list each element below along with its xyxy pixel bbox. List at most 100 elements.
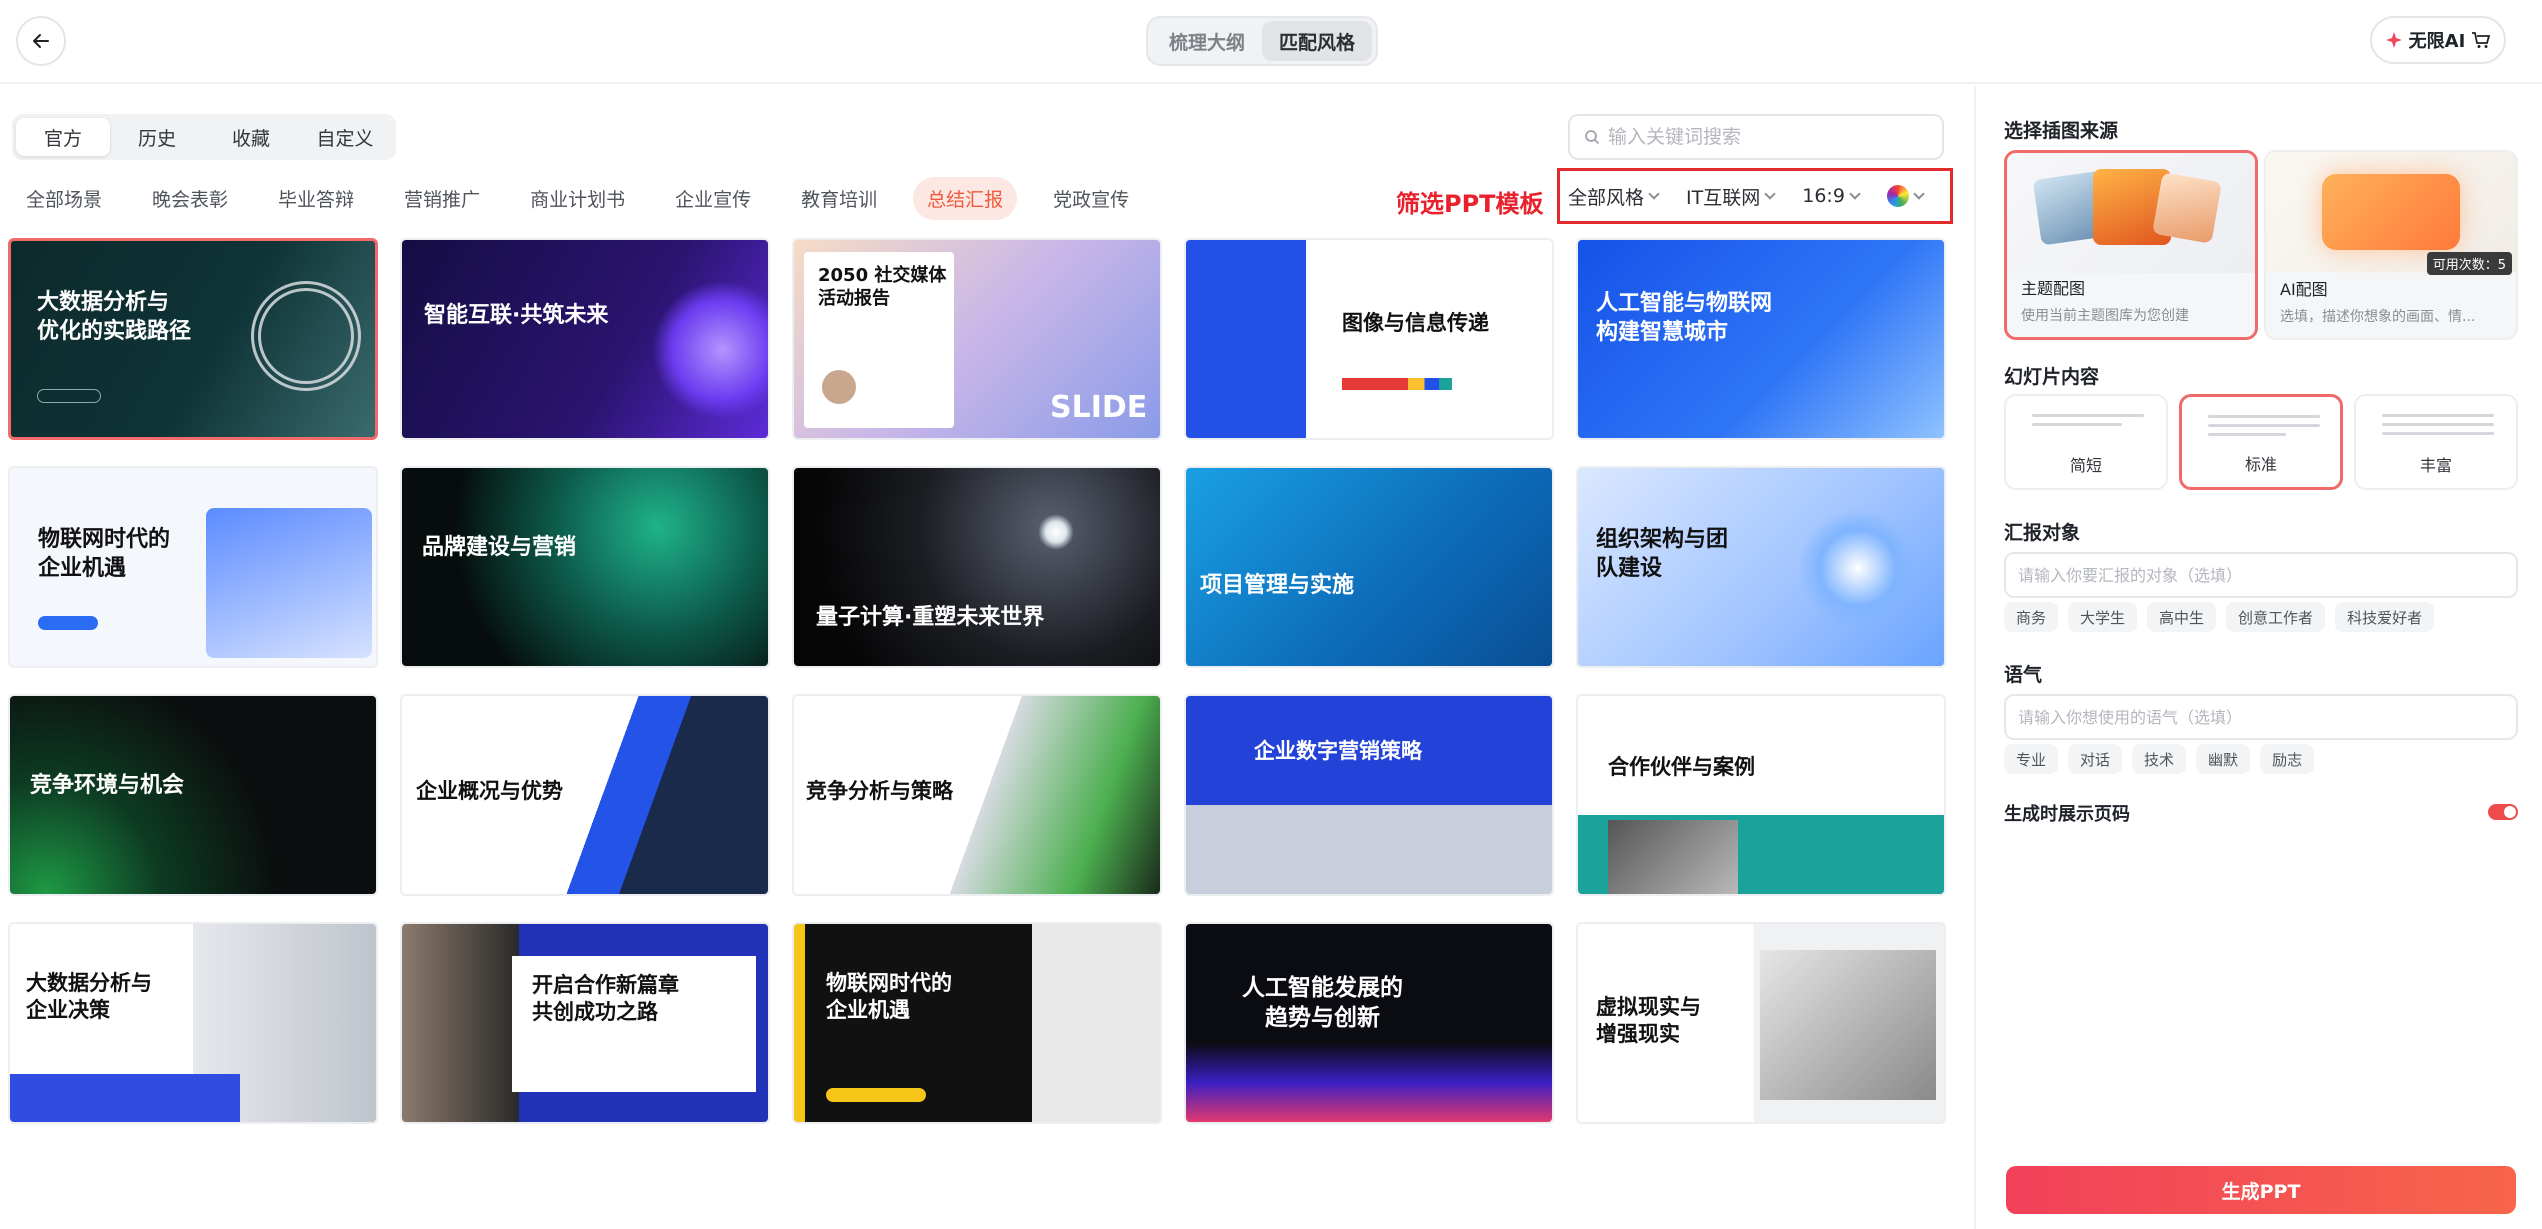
audience-field[interactable] bbox=[2004, 552, 2518, 598]
tone-chip[interactable]: 专业 bbox=[2004, 744, 2059, 774]
content-title: 幻灯片内容 bbox=[2004, 366, 2100, 388]
vip-label: 无限AI bbox=[2408, 31, 2466, 52]
tone-field[interactable] bbox=[2004, 694, 2518, 740]
ratio-dropdown[interactable]: 16:9 bbox=[1802, 185, 1861, 207]
audience-chip[interactable]: 科技爱好者 bbox=[2335, 602, 2435, 632]
template-card[interactable]: 2050 社交媒体 活动报告 SLIDE bbox=[792, 238, 1162, 440]
step-switcher: 梳理大纲 匹配风格 bbox=[1146, 16, 1378, 66]
template-card[interactable]: 竞争环境与机会 bbox=[8, 694, 378, 896]
style-dropdown[interactable]: 全部风格 bbox=[1568, 183, 1660, 210]
industry-dropdown[interactable]: IT互联网 bbox=[1686, 183, 1776, 210]
audience-title: 汇报对象 bbox=[2004, 522, 2081, 544]
tab-custom[interactable]: 自定义 bbox=[298, 118, 392, 156]
source-tabs: 官方 历史 收藏 自定义 bbox=[12, 114, 396, 160]
back-button[interactable] bbox=[16, 16, 66, 66]
tone-chip[interactable]: 励志 bbox=[2260, 744, 2315, 774]
template-area: 官方 历史 收藏 自定义 全部场景 晚会表彰 毕业答辩 营销推广 商业计划书 企… bbox=[0, 86, 1972, 1229]
content-option-short[interactable]: 简短 bbox=[2004, 394, 2168, 490]
page-number-toggle[interactable] bbox=[2488, 804, 2518, 820]
tone-title: 语气 bbox=[2004, 664, 2043, 686]
template-card[interactable]: 虚拟现实与 增强现实 bbox=[1576, 922, 1946, 1124]
category-summary[interactable]: 总结汇报 bbox=[913, 176, 1018, 220]
template-title: 合作伙伴与案例 bbox=[1608, 755, 1755, 779]
illustration-desc: 使用当前主题图库为您创建 bbox=[2021, 308, 2189, 324]
settings-panel: 选择插图来源 主题配图 使用当前主题图库为您创建 可用次数：5 AI配图 选填，… bbox=[1974, 86, 2542, 1229]
tab-favorites[interactable]: 收藏 bbox=[204, 118, 298, 156]
template-title: 2050 社交媒体 活动报告 bbox=[818, 265, 947, 310]
template-card[interactable]: 品牌建设与营销 bbox=[400, 466, 770, 668]
template-card[interactable]: 物联网时代的 企业机遇 bbox=[8, 466, 378, 668]
audience-chip[interactable]: 大学生 bbox=[2068, 602, 2138, 632]
template-title: 竞争环境与机会 bbox=[30, 773, 185, 798]
tone-chip[interactable]: 幽默 bbox=[2196, 744, 2251, 774]
template-card[interactable]: 开启合作新篇章 共创成功之路 bbox=[400, 922, 770, 1124]
category-corporate[interactable]: 企业宣传 bbox=[661, 177, 765, 220]
template-card[interactable]: 人工智能与物联网 构建智慧城市 bbox=[1576, 238, 1946, 440]
tone-chip[interactable]: 对话 bbox=[2068, 744, 2123, 774]
vip-button[interactable]: 无限AI bbox=[2370, 16, 2506, 64]
category-gala[interactable]: 晚会表彰 bbox=[138, 177, 242, 220]
template-card[interactable]: 组织架构与团 队建设 bbox=[1576, 466, 1946, 668]
audience-chip[interactable]: 高中生 bbox=[2147, 602, 2217, 632]
template-title: 大数据分析与 优化的实践路径 bbox=[37, 290, 192, 344]
template-card[interactable]: 大数据分析与 优化的实践路径 bbox=[8, 238, 378, 440]
style-value: 全部风格 bbox=[1568, 186, 1645, 209]
ui-mockup bbox=[206, 508, 372, 658]
illustration-title: 选择插图来源 bbox=[2004, 120, 2119, 142]
step-outline[interactable]: 梳理大纲 bbox=[1152, 21, 1262, 61]
template-card[interactable]: 大数据分析与 企业决策 bbox=[8, 922, 378, 1124]
cart-icon bbox=[2472, 32, 2491, 48]
search-input[interactable] bbox=[1608, 126, 1908, 148]
template-card[interactable]: 人工智能发展的 趋势与创新 bbox=[1184, 922, 1554, 1124]
category-all[interactable]: 全部场景 bbox=[12, 177, 116, 220]
tone-chip[interactable]: 技术 bbox=[2132, 744, 2187, 774]
template-title: 物联网时代的 企业机遇 bbox=[38, 527, 171, 581]
photo-card bbox=[2152, 172, 2222, 244]
tab-history[interactable]: 历史 bbox=[110, 118, 204, 156]
search-icon bbox=[1585, 130, 1600, 145]
tone-input[interactable] bbox=[2018, 707, 2498, 727]
content-option-rich[interactable]: 丰富 bbox=[2354, 394, 2518, 490]
illustration-ai-option[interactable]: 可用次数：5 AI配图 选填，描述你想象的画面、情... bbox=[2264, 150, 2518, 340]
content-option-label: 标准 bbox=[2244, 455, 2277, 474]
template-title: 企业概况与优势 bbox=[416, 779, 563, 803]
laptop-photo bbox=[1760, 950, 1936, 1100]
template-card[interactable]: 企业概况与优势 bbox=[400, 694, 770, 896]
template-card[interactable]: 物联网时代的 企业机遇 bbox=[792, 922, 1162, 1124]
audience-chip[interactable]: 创意工作者 bbox=[2226, 602, 2326, 632]
chevron-down-icon bbox=[1849, 188, 1861, 200]
image-placeholder-icon bbox=[2322, 174, 2460, 250]
category-party[interactable]: 党政宣传 bbox=[1039, 177, 1143, 220]
audience-input[interactable] bbox=[2018, 565, 2498, 585]
audience-chip[interactable]: 商务 bbox=[2004, 602, 2059, 632]
template-card[interactable]: 合作伙伴与案例 bbox=[1576, 694, 1946, 896]
chevron-down-icon bbox=[1648, 188, 1660, 200]
template-card[interactable]: 竞争分析与策略 bbox=[792, 694, 1162, 896]
category-education[interactable]: 教育培训 bbox=[787, 177, 891, 220]
template-card[interactable]: 智能互联·共筑未来 bbox=[400, 238, 770, 440]
template-title: 组织架构与团 队建设 bbox=[1596, 527, 1729, 581]
template-title: 智能互联·共筑未来 bbox=[424, 303, 609, 328]
platform-graphic bbox=[1798, 508, 1918, 628]
wave-graphic bbox=[652, 280, 768, 420]
color-strip bbox=[1342, 378, 1452, 390]
template-card[interactable]: 企业数字营销策略 bbox=[1184, 694, 1554, 896]
illustration-label: 主题配图 bbox=[2021, 279, 2086, 298]
usage-count-badge: 可用次数：5 bbox=[2426, 252, 2512, 275]
category-bar: 全部场景 晚会表彰 毕业答辩 营销推广 商业计划书 企业宣传 教育培训 总结汇报… bbox=[12, 176, 1143, 220]
chevron-down-icon bbox=[1764, 188, 1776, 200]
search-box[interactable] bbox=[1568, 114, 1944, 160]
step-style[interactable]: 匹配风格 bbox=[1262, 21, 1372, 61]
category-business-plan[interactable]: 商业计划书 bbox=[516, 177, 639, 220]
category-marketing[interactable]: 营销推广 bbox=[390, 177, 494, 220]
generate-ppt-button[interactable]: 生成PPT bbox=[2006, 1166, 2516, 1214]
template-card[interactable]: 项目管理与实施 bbox=[1184, 466, 1554, 668]
content-option-standard[interactable]: 标准 bbox=[2179, 394, 2343, 490]
color-dropdown[interactable] bbox=[1886, 185, 1925, 207]
category-graduation[interactable]: 毕业答辩 bbox=[264, 177, 368, 220]
template-card[interactable]: 量子计算·重塑未来世界 bbox=[792, 466, 1162, 668]
illustration-theme-option[interactable]: 主题配图 使用当前主题图库为您创建 bbox=[2004, 150, 2258, 340]
template-card[interactable]: 图像与信息传递 bbox=[1184, 238, 1554, 440]
tab-official[interactable]: 官方 bbox=[16, 118, 110, 156]
template-title: 企业数字营销策略 bbox=[1254, 739, 1422, 763]
